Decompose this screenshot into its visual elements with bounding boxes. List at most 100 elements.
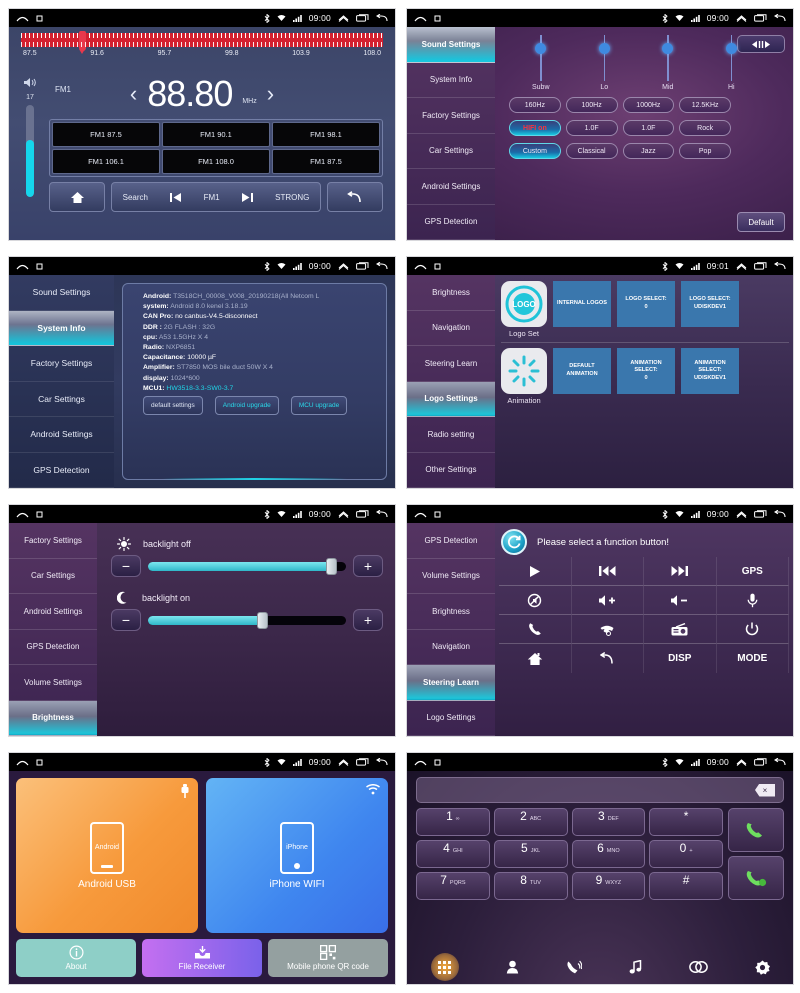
screenshot-nav-icon[interactable] [434,759,441,766]
sidebar-item-system-info[interactable]: System Info [407,63,495,98]
backlight-off-plus-button[interactable]: + [353,555,383,577]
default-animation-tile[interactable]: DEFAULT ANIMATION [553,348,611,394]
chevron-up-icon[interactable] [338,14,349,22]
steering-call-end-button[interactable] [571,615,644,644]
sidebar-item-system-info[interactable]: System Info [9,310,114,346]
back-icon[interactable] [376,13,388,23]
chevron-up-icon[interactable] [338,758,349,766]
home-button[interactable] [49,182,105,212]
sidebar-item-navigation[interactable]: Navigation [407,311,495,346]
sidebar-item-radio-setting[interactable]: Radio setting [407,417,495,453]
reset-icon[interactable] [501,529,527,555]
steering-disp-button[interactable]: DISP [644,644,717,673]
key-0[interactable]: 0 + [649,840,723,868]
recents-icon[interactable] [754,14,767,22]
preset-jazz-button[interactable]: Jazz [622,143,675,159]
chevron-up-icon[interactable] [338,262,349,270]
home-nav-icon[interactable] [414,510,427,519]
android-usb-card[interactable]: Android Android USB [16,778,198,933]
back-icon[interactable] [774,509,786,519]
logo-select-0-tile[interactable]: LOGO SELECT: 0 [617,281,675,327]
recents-icon[interactable] [356,510,369,518]
key-7[interactable]: 7 PQRS [416,872,490,900]
contacts-icon[interactable] [506,960,519,974]
sidebar-item-logo-settings[interactable]: Logo Settings [407,701,495,736]
eq-value-button[interactable]: 1.0F [565,120,618,136]
screenshot-nav-icon[interactable] [36,15,43,22]
volume-control[interactable]: 17 [17,75,43,197]
eq-freq-button[interactable]: 160Hz [509,97,561,113]
sidebar-item-brightness[interactable]: Brightness [407,594,495,630]
back-icon[interactable] [774,13,786,23]
screenshot-nav-icon[interactable] [36,759,43,766]
home-nav-icon[interactable] [414,14,427,23]
backlight-off-minus-button[interactable]: − [111,555,141,577]
sidebar-item-logo-settings[interactable]: Logo Settings [407,381,495,417]
default-settings-button[interactable]: default settings [143,395,203,415]
sidebar-item-gps-detection[interactable]: GPS Detection [9,630,97,665]
steering-volume-up-button[interactable] [571,586,644,615]
file-receiver-button[interactable]: File Receiver [142,939,262,977]
steering-play-button[interactable] [499,557,572,586]
key-8[interactable]: 8 TUV [493,872,568,900]
sidebar-item-car-settings[interactable]: Car Settings [9,559,97,594]
sidebar-item-android-settings[interactable]: Android Settings [9,417,114,453]
sidebar-item-volume-settings[interactable]: Volume Settings [9,665,97,701]
sidebar-item-steering-learn[interactable]: Steering Learn [407,346,495,382]
sidebar-item-factory-settings[interactable]: Factory Settings [9,346,114,382]
steering-home-button[interactable] [499,644,572,673]
steering-gps-button[interactable]: GPS [716,557,789,586]
eq-slider-mid[interactable]: Mid [647,35,689,91]
sidebar-item-gps-detection[interactable]: GPS Detection [407,523,495,559]
band-button[interactable]: FM1 [204,193,220,202]
recents-icon[interactable] [356,758,369,766]
sidebar-item-gps-detection[interactable]: GPS Detection [9,453,114,488]
call-log-icon[interactable] [566,960,582,974]
screenshot-nav-icon[interactable] [434,263,441,270]
sidebar-item-steering-learn[interactable]: Steering Learn [407,665,495,701]
preset-button[interactable]: FM1 98.1 [272,122,380,147]
steering-back-button[interactable] [572,644,644,673]
android-upgrade-button[interactable]: Android upgrade [214,395,279,415]
seek-next-button[interactable] [241,192,254,203]
steering-mode-button[interactable]: MODE [717,644,789,673]
back-icon[interactable] [376,261,388,271]
backlight-on-slider[interactable] [148,611,346,629]
recents-icon[interactable] [356,14,369,22]
preset-custom-button[interactable]: Custom [509,143,561,159]
keypad-icon[interactable] [430,953,459,981]
logo-preview-thumb[interactable]: LOGO [501,281,547,327]
eq-freq-button[interactable]: 100Hz [565,97,618,113]
steering-microphone-button[interactable] [716,586,789,615]
sidebar-item-brightness[interactable]: Brightness [407,275,495,311]
steering-next-button[interactable] [644,557,717,586]
music-icon[interactable] [629,960,642,974]
chevron-up-icon[interactable] [736,758,747,766]
next-frequency-button[interactable]: › [267,81,274,107]
steering-power-button[interactable] [716,615,789,644]
sidebar-item-gps-detection[interactable]: GPS Detection [407,205,495,240]
sidebar-item-factory-settings[interactable]: Factory Settings [407,98,495,134]
key-9[interactable]: 9 WXYZ [571,872,646,900]
animation-select-udisk-tile[interactable]: ANIMATION SELECT: UDISKDEV1 [681,348,739,394]
eq-value-button[interactable]: 1.0F [622,120,675,136]
sidebar-item-navigation[interactable]: Navigation [407,630,495,665]
preset-button[interactable]: FM1 90.1 [162,122,270,147]
phone-number-input[interactable]: × [416,777,784,803]
strong-button[interactable]: STRONG [275,193,309,202]
delete-icon[interactable]: × [755,783,775,797]
key-star[interactable]: * [649,808,723,836]
screenshot-nav-icon[interactable] [36,263,43,270]
balance-fader-button[interactable] [737,35,785,53]
home-nav-icon[interactable] [414,758,427,767]
key-6[interactable]: 6 MNO [571,840,646,868]
link-icon[interactable] [688,961,708,973]
mcu-upgrade-button[interactable]: MCU upgrade [290,395,348,415]
back-icon[interactable] [376,757,388,767]
chevron-up-icon[interactable] [736,14,747,22]
sidebar-item-car-settings[interactable]: Car Settings [9,382,114,417]
steering-previous-button[interactable] [571,557,644,586]
recents-icon[interactable] [754,510,767,518]
screenshot-nav-icon[interactable] [434,511,441,518]
bluetooth-call-button[interactable] [728,856,784,900]
